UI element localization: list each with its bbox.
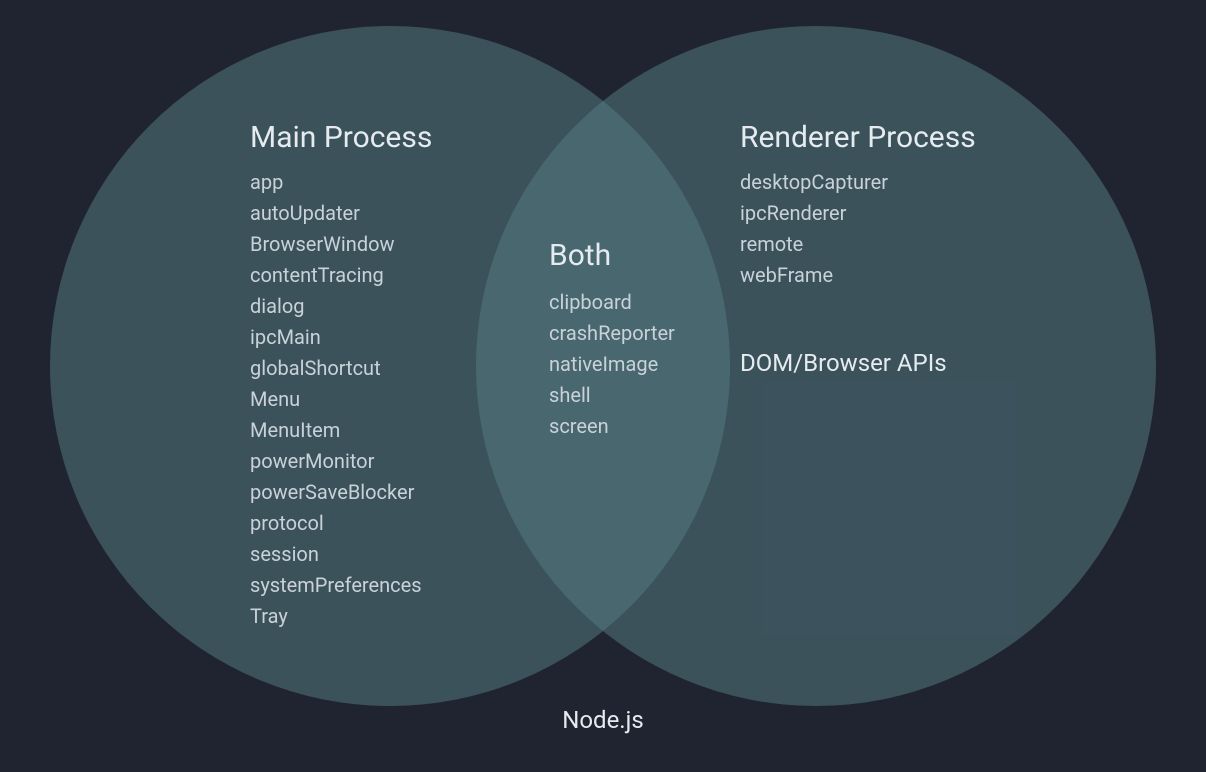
api-item: dialog xyxy=(250,291,432,322)
api-item: clipboard xyxy=(549,287,675,318)
api-item: app xyxy=(250,167,432,198)
api-item: ipcMain xyxy=(250,322,432,353)
api-item: BrowserWindow xyxy=(250,229,432,260)
api-item: nativeImage xyxy=(549,349,675,380)
renderer-process-list: desktopCapturer ipcRenderer remote webFr… xyxy=(740,167,976,291)
both-list: clipboard crashReporter nativeImage shel… xyxy=(549,287,675,442)
footer-label: Node.js xyxy=(562,706,644,734)
api-item: webFrame xyxy=(740,260,976,291)
api-item: remote xyxy=(740,229,976,260)
api-item: contentTracing xyxy=(250,260,432,291)
api-item: session xyxy=(250,539,432,570)
api-item: Menu xyxy=(250,384,432,415)
both-column: Both clipboard crashReporter nativeImage… xyxy=(549,238,675,442)
api-item: powerMonitor xyxy=(250,446,432,477)
api-item: MenuItem xyxy=(250,415,432,446)
main-process-list: app autoUpdater BrowserWindow contentTra… xyxy=(250,167,432,632)
api-item: shell xyxy=(549,380,675,411)
renderer-extra-apis: DOM/Browser APIs xyxy=(740,349,976,377)
main-process-column: Main Process app autoUpdater BrowserWind… xyxy=(250,120,432,632)
api-item: autoUpdater xyxy=(250,198,432,229)
renderer-process-column: Renderer Process desktopCapturer ipcRend… xyxy=(740,120,976,377)
renderer-process-title: Renderer Process xyxy=(740,120,976,155)
api-item: protocol xyxy=(250,508,432,539)
api-item: screen xyxy=(549,411,675,442)
api-item: powerSaveBlocker xyxy=(250,477,432,508)
both-title: Both xyxy=(549,238,675,273)
api-item: crashReporter xyxy=(549,318,675,349)
api-item: ipcRenderer xyxy=(740,198,976,229)
api-item: Tray xyxy=(250,601,432,632)
api-item: globalShortcut xyxy=(250,353,432,384)
api-item: desktopCapturer xyxy=(740,167,976,198)
main-process-title: Main Process xyxy=(250,120,432,155)
api-item: systemPreferences xyxy=(250,570,432,601)
